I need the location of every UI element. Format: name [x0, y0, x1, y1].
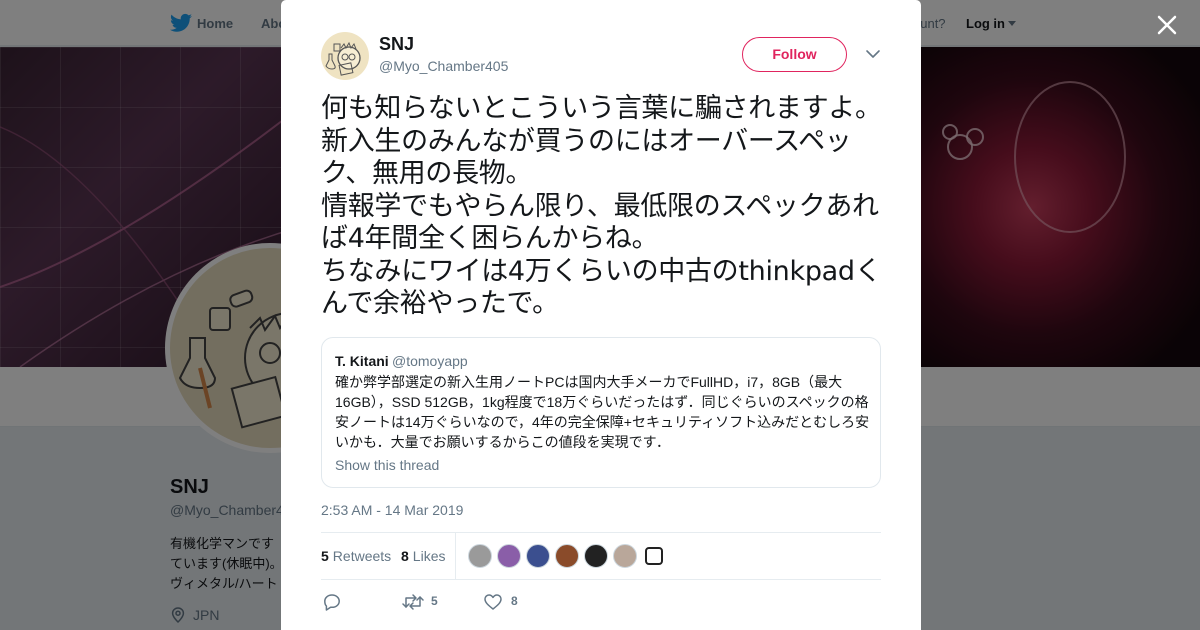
show-thread-link[interactable]: Show this thread [335, 457, 439, 473]
likes-count: 8 [401, 548, 409, 564]
author-handle[interactable]: @Myo_Chamber405 [379, 58, 508, 74]
author-avatar-illustration [325, 41, 361, 76]
tweet-actions: 5 8 [321, 590, 881, 614]
stats-divider [455, 533, 456, 579]
quoted-tweet[interactable]: T. Kitani @tomoyapp 確か弊学部選定の新入生用ノートPCは国内… [321, 337, 881, 488]
tweet-text: 何も知らないとこういう言葉に騙されますよ。新入生のみんなが買うのにはオーバースペ… [321, 93, 882, 319]
heart-icon[interactable] [483, 592, 503, 612]
avatar-purple[interactable] [497, 544, 521, 568]
retweet-icon[interactable] [402, 592, 424, 612]
follow-button[interactable]: Follow [742, 37, 847, 72]
likes-label: Likes [412, 548, 446, 564]
avatar-dark[interactable] [584, 544, 608, 568]
author-name[interactable]: SNJ [379, 34, 414, 55]
avatar-logo[interactable] [645, 547, 663, 565]
avatar-light[interactable] [613, 544, 637, 568]
tweet-timestamp[interactable]: 2:53 AM - 14 Mar 2019 [321, 502, 463, 518]
avatar-orange[interactable] [555, 544, 579, 568]
tweet-stats: 5 Retweets 8 Likes [321, 532, 881, 580]
like-action-count: 8 [511, 594, 518, 608]
likes-stat[interactable]: 8 Likes [401, 548, 445, 564]
retweet-action-count: 5 [431, 594, 438, 608]
close-icon[interactable] [1154, 12, 1180, 38]
retweets-count: 5 [321, 548, 329, 564]
author-avatar[interactable] [321, 32, 369, 80]
reply-icon[interactable] [322, 592, 342, 612]
retweets-label: Retweets [332, 548, 392, 564]
quoted-tweet-text: 確か弊学部選定の新入生用ノートPCは国内大手メーカでFullHD，i7，8GB（… [335, 374, 870, 450]
quoted-author-handle: @tomoyapp [392, 353, 468, 369]
avatar-blue[interactable] [526, 544, 550, 568]
retweets-stat[interactable]: 5 Retweets [321, 548, 391, 564]
chevron-down-icon[interactable] [865, 48, 881, 60]
tweet-modal: SNJ @Myo_Chamber405 Follow 何も知らないとこういう言葉… [281, 0, 921, 630]
avatar-gray[interactable] [468, 544, 492, 568]
quoted-author-name: T. Kitani [335, 353, 389, 369]
